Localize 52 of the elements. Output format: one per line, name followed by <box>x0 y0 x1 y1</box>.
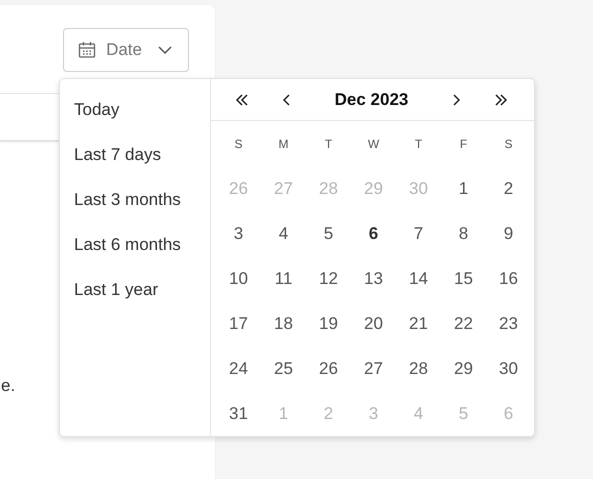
calendar-day[interactable]: 23 <box>486 301 531 346</box>
preset-option[interactable]: Last 1 year <box>60 267 172 312</box>
calendar-day[interactable]: 1 <box>441 166 486 211</box>
calendar-day[interactable]: 2 <box>486 166 531 211</box>
weekday-label: T <box>324 136 334 152</box>
calendar-day[interactable]: 4 <box>261 211 306 256</box>
calendar-day[interactable]: 14 <box>396 256 441 301</box>
weekday-label: F <box>458 136 468 152</box>
calendar-day[interactable]: 9 <box>486 211 531 256</box>
calendar-day[interactable]: 26 <box>306 346 351 391</box>
preset-option[interactable]: Last 3 months <box>60 177 195 222</box>
weekday-label: M <box>278 136 290 152</box>
date-button[interactable]: Date <box>63 28 189 72</box>
weekday-label: S <box>233 136 244 152</box>
month-title: Dec 2023 <box>334 90 410 110</box>
calendar-day[interactable]: 22 <box>441 301 486 346</box>
preset-option[interactable]: Last 6 months <box>60 222 195 267</box>
chevron-left-icon <box>283 94 291 106</box>
calendar-day[interactable]: 25 <box>261 346 306 391</box>
calendar-day[interactable]: 30 <box>486 346 531 391</box>
chevron-right-icon <box>452 94 460 106</box>
calendar-day[interactable]: 8 <box>441 211 486 256</box>
calendar-day[interactable]: 11 <box>261 256 306 301</box>
calendar-day[interactable]: 29 <box>441 346 486 391</box>
calendar-day[interactable]: 18 <box>261 301 306 346</box>
calendar-day[interactable]: 12 <box>306 256 351 301</box>
calendar-day[interactable]: 3 <box>216 211 261 256</box>
double-chevron-left-icon <box>235 94 249 106</box>
calendar-day[interactable]: 24 <box>216 346 261 391</box>
calendar-day[interactable]: 15 <box>441 256 486 301</box>
weekday-label: S <box>503 136 514 152</box>
calendar-day[interactable]: 27 <box>351 346 396 391</box>
calendar-day[interactable]: 5 <box>306 211 351 256</box>
double-chevron-right-icon <box>494 94 508 106</box>
preset-option[interactable]: Today <box>60 87 134 132</box>
calendar-day[interactable]: 28 <box>396 346 441 391</box>
calendar-day[interactable]: 21 <box>396 301 441 346</box>
calendar-day[interactable]: 17 <box>216 301 261 346</box>
calendar-day[interactable]: 6 <box>351 211 396 256</box>
calendar-day[interactable]: 7 <box>396 211 441 256</box>
preset-option[interactable]: Last 7 days <box>60 132 175 177</box>
body-text: e. <box>1 376 16 396</box>
calendar-day[interactable]: 16 <box>486 256 531 301</box>
calendar-icon <box>78 41 96 59</box>
calendar-day[interactable]: 31 <box>216 391 261 436</box>
weekday-label: W <box>366 136 380 152</box>
calendar-day[interactable]: 13 <box>351 256 396 301</box>
chevron-down-icon <box>158 46 172 54</box>
calendar-day[interactable]: 20 <box>351 301 396 346</box>
calendar-day[interactable]: 19 <box>306 301 351 346</box>
weekday-label: T <box>414 136 424 152</box>
calendar-day[interactable]: 10 <box>216 256 261 301</box>
